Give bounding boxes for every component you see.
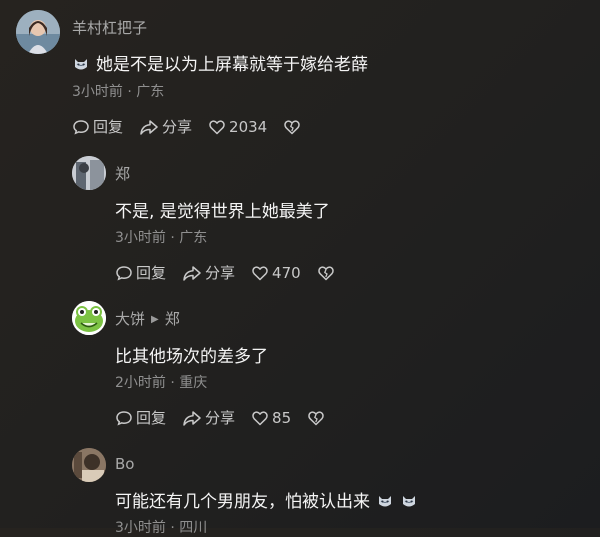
heart-icon (252, 410, 268, 425)
comment-text: 不是, 是觉得世界上她最美了 (115, 202, 330, 222)
reply-label: 回复 (93, 118, 124, 136)
heart-icon (209, 119, 225, 134)
comment-item: 羊村杠把子 她是不是以为上屏幕就等于嫁给老薛 3小时前 · 广东 回复 分享 2… (0, 0, 600, 150)
cat-face-icon (72, 55, 90, 78)
avatar[interactable] (72, 301, 106, 335)
like-count: 2034 (229, 117, 268, 136)
comment-text-content: 她是不是以为上屏幕就等于嫁给老薛 (96, 55, 368, 75)
dislike-button[interactable] (317, 264, 338, 282)
action-bar: 回复 分享 85 (115, 407, 344, 428)
like-button[interactable]: 470 (251, 264, 301, 282)
reply-arrow-icon: ▶ (151, 314, 159, 325)
share-icon (183, 410, 201, 426)
broken-heart-icon (308, 410, 324, 425)
reply-button[interactable]: 回复 (115, 262, 166, 283)
share-label: 分享 (162, 118, 193, 136)
comment-meta: 2小时前 · 重庆 (115, 375, 208, 391)
reply-button[interactable]: 回复 (115, 407, 166, 428)
like-button[interactable]: 2034 (208, 118, 267, 136)
comment-meta: 3小时前 · 广东 (72, 84, 165, 100)
like-button[interactable]: 85 (251, 409, 291, 427)
share-icon (183, 265, 201, 281)
reply-label: 回复 (136, 409, 167, 427)
reply-label: 回复 (136, 264, 167, 282)
reply-icon (73, 119, 89, 135)
comment-meta: 3小时前 · 四川 (115, 520, 208, 536)
action-bar: 回复 分享 470 (115, 262, 354, 283)
share-icon (140, 119, 158, 135)
like-count: 85 (272, 408, 292, 427)
cat-face-icon (376, 492, 394, 515)
reply-to-username[interactable]: 郑 (165, 310, 180, 328)
avatar[interactable] (72, 448, 106, 482)
reply-button[interactable]: 回复 (72, 116, 123, 137)
comment-text: 可能还有几个男朋友，怕被认出来 (115, 487, 418, 515)
comment-text: 她是不是以为上屏幕就等于嫁给老薛 (72, 50, 368, 78)
share-button[interactable]: 分享 (182, 262, 235, 283)
username[interactable]: 羊村杠把子 (72, 17, 147, 38)
username[interactable]: Bo (115, 455, 134, 473)
cat-face-icon (400, 492, 418, 515)
share-button[interactable]: 分享 (182, 407, 235, 428)
share-label: 分享 (205, 409, 236, 427)
dislike-button[interactable] (307, 409, 328, 427)
share-button[interactable]: 分享 (139, 116, 192, 137)
comment-text: 比其他场次的差多了 (115, 347, 268, 367)
action-bar: 回复 分享 2034 (72, 116, 320, 137)
share-label: 分享 (205, 264, 236, 282)
avatar[interactable] (16, 10, 60, 54)
heart-icon (252, 265, 268, 280)
comment-item: Bo 可能还有几个男朋友，怕被认出来 3小时前 · 四川 (0, 440, 600, 536)
username-link[interactable]: 大饼 (115, 310, 145, 328)
like-count: 470 (272, 263, 301, 282)
avatar[interactable] (72, 156, 106, 190)
comment-item: 郑 不是, 是觉得世界上她最美了 3小时前 · 广东 回复 分享 470 (0, 150, 600, 295)
dislike-button[interactable] (283, 118, 304, 136)
comment-item: 大饼 ▶ 郑 比其他场次的差多了 2小时前 · 重庆 回复 分享 85 (0, 295, 600, 440)
broken-heart-icon (284, 119, 300, 134)
username[interactable]: 郑 (115, 163, 130, 184)
comment-meta: 3小时前 · 广东 (115, 230, 208, 246)
comment-text-content: 可能还有几个男朋友，怕被认出来 (115, 492, 370, 512)
broken-heart-icon (317, 265, 334, 280)
reply-icon (116, 410, 132, 426)
username: 大饼 ▶ 郑 (115, 308, 180, 329)
reply-icon (116, 265, 132, 281)
